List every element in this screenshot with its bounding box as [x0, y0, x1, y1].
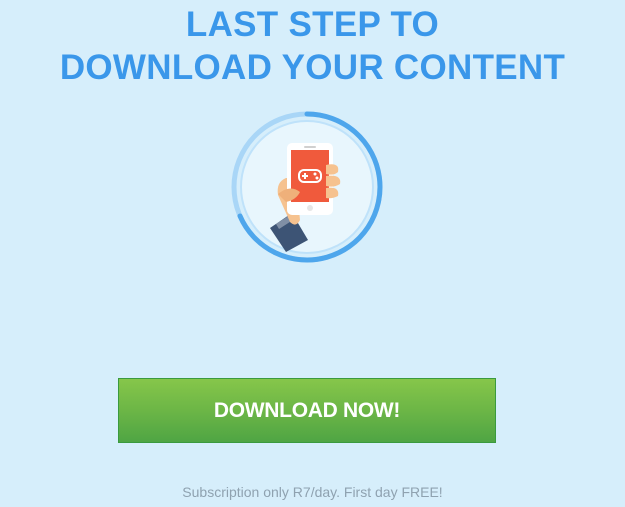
subscription-text: Subscription only R7/day. First day FREE… [182, 484, 443, 500]
download-now-button[interactable]: DOWNLOAD NOW! [118, 378, 496, 443]
headline-line-1: LAST STEP TO [185, 5, 440, 44]
hand-holding-phone-gamepad-icon [230, 110, 384, 264]
headline-line-2: DOWNLOAD YOUR CONTENT [59, 48, 566, 87]
